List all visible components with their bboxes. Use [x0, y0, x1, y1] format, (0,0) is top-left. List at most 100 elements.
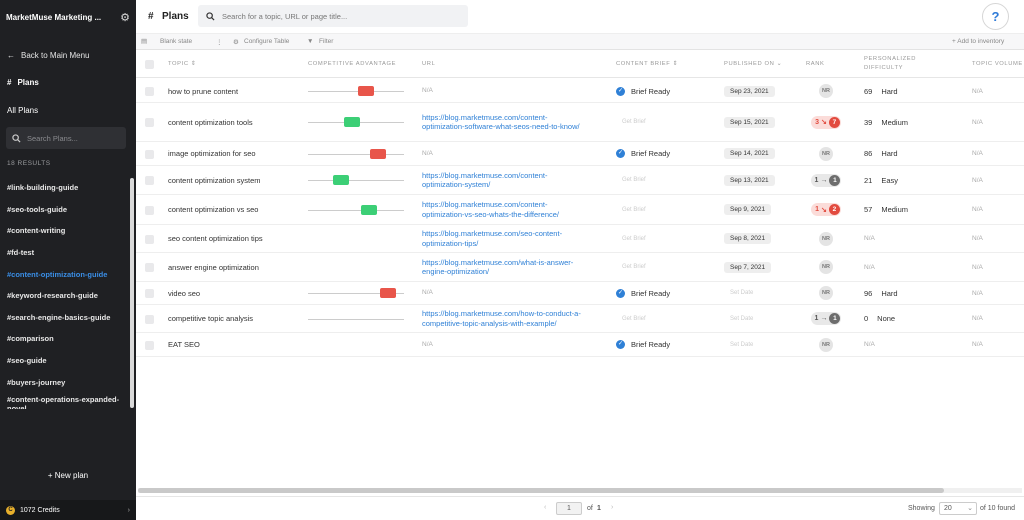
table-row[interactable]: content optimization tools https://blog.m… — [136, 103, 1024, 142]
table-row[interactable]: video seo N/A ✓ Brief Ready Set Date NR 96 Hard… — [136, 282, 1024, 305]
row-checkbox[interactable] — [145, 87, 154, 96]
scrollbar-thumb[interactable] — [138, 488, 944, 493]
filter-button[interactable]: Filter — [319, 38, 333, 45]
table-row[interactable]: competitive topic analysis https://blog.m… — [136, 305, 1024, 333]
row-checkbox[interactable] — [145, 289, 154, 298]
url-cell[interactable]: https://blog.marketmuse.com/seo-content-… — [422, 225, 587, 252]
credits-bar[interactable]: C 1072 Credits › — [0, 500, 136, 520]
url-cell[interactable]: https://blog.marketmuse.com/how-to-condu… — [422, 305, 587, 332]
plans-search-box[interactable] — [6, 127, 126, 149]
published-cell[interactable]: Sep 7, 2021 — [724, 253, 772, 281]
sidebar-item-plan[interactable]: #content-operations-expanded-novel — [0, 393, 130, 409]
blank-state-button[interactable]: Blank state — [160, 38, 192, 45]
row-checkbox[interactable] — [145, 176, 154, 185]
topic-cell[interactable]: competitive topic analysis — [168, 305, 253, 332]
topic-cell[interactable]: answer engine optimization — [168, 253, 259, 281]
table-row[interactable]: content optimization system https://blog.… — [136, 166, 1024, 195]
set-date-button[interactable]: Set Date — [724, 342, 753, 348]
new-plan-button[interactable]: + New plan — [0, 471, 136, 480]
published-cell[interactable]: Set Date — [724, 282, 753, 304]
add-to-inventory-button[interactable]: + Add to inventory — [952, 38, 1004, 45]
set-date-button[interactable]: Set Date — [724, 290, 753, 296]
get-brief-button[interactable]: Get Brief — [622, 305, 646, 332]
back-to-main-menu-link[interactable]: ← Back to Main Menu — [7, 51, 89, 60]
url-cell[interactable]: https://blog.marketmuse.com/content-opti… — [422, 103, 587, 141]
table-row[interactable]: EAT SEO N/A ✓ Brief Ready Set Date NR N/A N/A — [136, 333, 1024, 357]
published-cell[interactable]: Sep 23, 2021 — [724, 80, 775, 102]
sidebar-scrollbar[interactable] — [130, 178, 134, 408]
get-brief-button[interactable]: Get Brief — [622, 195, 646, 224]
sidebar-item-plan[interactable]: #seo-tools-guide — [0, 199, 130, 221]
get-brief-button[interactable]: Get Brief — [622, 166, 646, 194]
table-row[interactable]: seo content optimization tips https://blo… — [136, 225, 1024, 253]
row-checkbox[interactable] — [145, 205, 154, 215]
column-content-brief[interactable]: CONTENT BRIEF ⇕ — [616, 50, 678, 78]
page-input[interactable]: 1 — [556, 502, 582, 515]
get-brief-button[interactable]: Get Brief — [622, 103, 646, 141]
select-all-checkbox[interactable] — [145, 60, 154, 69]
row-checkbox[interactable] — [145, 234, 154, 244]
column-url[interactable]: URL — [422, 50, 435, 78]
column-topic-volume[interactable]: TOPIC VOLUME — [972, 50, 1023, 78]
workspace-header[interactable]: MarketMuse Marketing ... ⚙ — [6, 10, 130, 24]
published-cell[interactable]: Sep 14, 2021 — [724, 142, 775, 165]
topic-cell[interactable]: image optimization for seo — [168, 142, 256, 165]
column-topic[interactable]: TOPIC ⇕ — [168, 50, 196, 78]
table-row[interactable]: content optimization vs seo https://blog.… — [136, 195, 1024, 225]
url-link[interactable]: https://blog.marketmuse.com/content-opti… — [422, 113, 587, 132]
url-cell[interactable]: https://blog.marketmuse.com/what-is-answ… — [422, 253, 587, 281]
brief-status[interactable]: ✓ Brief Ready — [616, 80, 670, 102]
table-row[interactable]: image optimization for seo N/A ✓ Brief Read… — [136, 142, 1024, 166]
configure-table-button[interactable]: Configure Table — [244, 38, 289, 45]
sidebar-item-plan[interactable]: #content-optimization-guide — [0, 263, 130, 285]
brief-status[interactable]: ✓ Brief Ready — [616, 333, 670, 356]
published-cell[interactable]: Sep 9, 2021 — [724, 195, 772, 224]
url-link[interactable]: https://blog.marketmuse.com/what-is-answ… — [422, 258, 587, 277]
row-checkbox[interactable] — [145, 314, 154, 324]
topic-cell[interactable]: EAT SEO — [168, 333, 200, 356]
row-checkbox[interactable] — [145, 149, 154, 159]
url-link[interactable]: https://blog.marketmuse.com/content-opti… — [422, 171, 587, 190]
gear-icon[interactable]: ⚙ — [120, 11, 130, 24]
column-rank[interactable]: RANK — [806, 50, 825, 78]
help-button[interactable]: ? — [982, 3, 1009, 30]
url-link[interactable]: https://blog.marketmuse.com/content-opti… — [422, 200, 587, 219]
next-page-icon[interactable]: › — [611, 504, 613, 511]
published-cell[interactable]: Set Date — [724, 305, 753, 332]
topic-cell[interactable]: content optimization tools — [168, 103, 253, 141]
topic-cell[interactable]: how to prune content — [168, 80, 238, 102]
sidebar-item-plan[interactable]: #comparison — [0, 328, 130, 350]
sidebar-item-plan[interactable]: #seo-guide — [0, 350, 130, 372]
get-brief-button[interactable]: Get Brief — [622, 253, 646, 281]
column-competitive-advantage[interactable]: COMPETITIVE ADVANTAGE — [308, 50, 396, 78]
plans-search-input[interactable] — [27, 133, 117, 143]
sidebar-item-plan[interactable]: #link-building-guide — [0, 177, 130, 199]
horizontal-scrollbar[interactable] — [138, 488, 1022, 493]
published-cell[interactable]: Set Date — [724, 333, 753, 356]
prev-page-icon[interactable]: ‹ — [544, 504, 546, 511]
url-cell[interactable]: https://blog.marketmuse.com/content-opti… — [422, 195, 587, 224]
topic-search-box[interactable] — [198, 5, 468, 27]
more-options-icon[interactable]: ⋮ — [216, 38, 223, 46]
table-view-icon[interactable]: ▤ — [141, 37, 147, 45]
sidebar-item-plan[interactable]: #buyers-journey — [0, 371, 130, 393]
set-date-button[interactable]: Set Date — [724, 316, 753, 322]
published-cell[interactable]: Sep 15, 2021 — [724, 103, 775, 141]
topic-search-input[interactable] — [222, 11, 462, 21]
sidebar-item-plan[interactable]: #keyword-research-guide — [0, 285, 130, 307]
topic-cell[interactable]: content optimization vs seo — [168, 195, 258, 224]
table-row[interactable]: how to prune content N/A ✓ Brief Ready Sep 2… — [136, 80, 1024, 103]
url-cell[interactable]: https://blog.marketmuse.com/content-opti… — [422, 166, 587, 194]
url-link[interactable]: https://blog.marketmuse.com/how-to-condu… — [422, 309, 587, 328]
sidebar-item-plan[interactable]: #fd-test — [0, 242, 130, 264]
published-cell[interactable]: Sep 8, 2021 — [724, 225, 772, 252]
url-link[interactable]: https://blog.marketmuse.com/seo-content-… — [422, 229, 587, 248]
topic-cell[interactable]: seo content optimization tips — [168, 225, 263, 252]
get-brief-button[interactable]: Get Brief — [622, 225, 646, 252]
column-published-on[interactable]: PUBLISHED ON ⌄ — [724, 50, 782, 78]
all-plans-link[interactable]: All Plans — [7, 106, 38, 115]
sidebar-plans-heading[interactable]: # Plans — [7, 78, 39, 87]
published-cell[interactable]: Sep 13, 2021 — [724, 166, 775, 194]
brief-status[interactable]: ✓ Brief Ready — [616, 282, 670, 304]
row-checkbox[interactable] — [145, 340, 154, 350]
